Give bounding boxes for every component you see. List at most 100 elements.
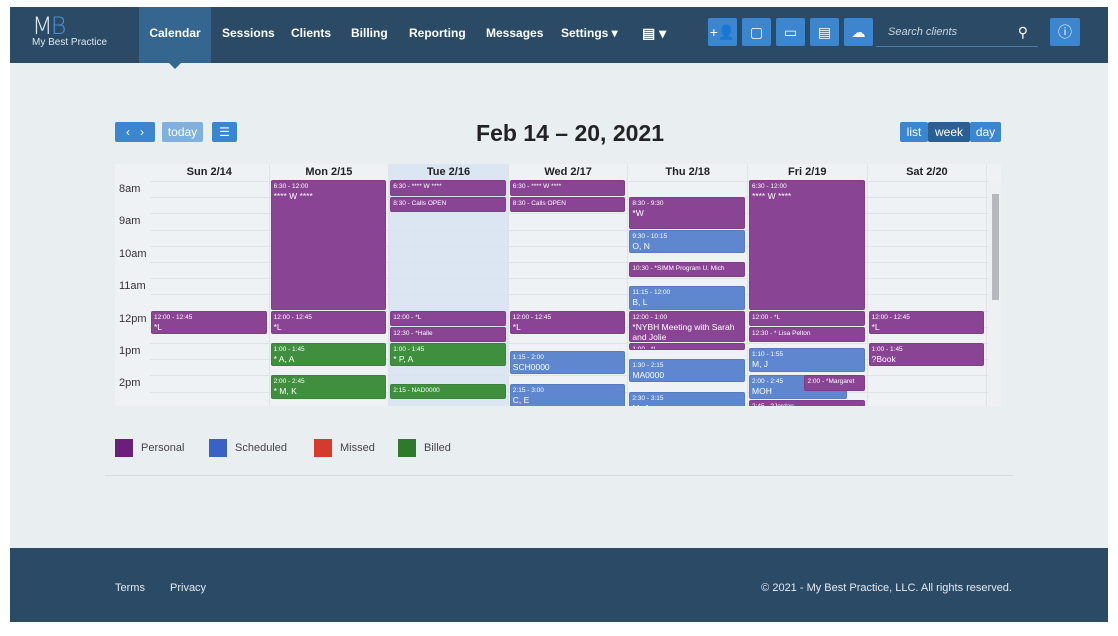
legend-label: Missed xyxy=(340,442,375,454)
calendar-event[interactable]: 2:15 - NAD0000 xyxy=(390,383,506,399)
calendar-event[interactable]: 8:30 - 9:30 *W xyxy=(629,197,745,229)
top-nav: MB My Best Practice Calendar Sessions Cl… xyxy=(10,7,1108,69)
calendar-event[interactable]: 12:00 - 12:45 *L xyxy=(868,310,985,334)
event-time: 6:30 - 12:00 xyxy=(273,183,309,190)
calendar-event[interactable]: 12:00 - *L xyxy=(749,310,865,326)
calendar-event[interactable]: 1:00 - 1:45 ?Book xyxy=(868,343,985,367)
calendar-event[interactable]: 1:00 - 1:45 * A, A xyxy=(270,343,387,367)
calendar-event[interactable]: 6:30 - 12:00 **** W **** xyxy=(270,180,387,310)
nav-calendar[interactable]: Calendar xyxy=(139,7,211,69)
day-header[interactable]: Thu 2/18 xyxy=(628,164,748,180)
terms-link[interactable]: Terms xyxy=(115,582,145,594)
event-title: **** W **** xyxy=(273,191,313,201)
layout-menu-icon[interactable]: ▤ ▾ xyxy=(642,7,666,63)
view-list[interactable]: list xyxy=(900,122,928,142)
event-time: 1:00 - 1:45 xyxy=(871,346,903,353)
time-label: 2pm xyxy=(119,377,141,390)
day-header[interactable]: Sun 2/14 xyxy=(150,164,270,180)
event-time: 2:30 - 3:15 xyxy=(632,394,664,402)
copyright: © 2021 - My Best Practice, LLC. All righ… xyxy=(761,582,1012,594)
event-time: 12:00 - 12:45 xyxy=(512,313,552,321)
nav-messages[interactable]: Messages xyxy=(486,7,543,63)
nav-reporting[interactable]: Reporting xyxy=(409,7,466,63)
calendar-event[interactable]: 12:30 - *Halle xyxy=(390,326,506,342)
legend-swatch xyxy=(115,439,133,457)
add-client-icon[interactable]: +👤 xyxy=(708,18,737,46)
nav-settings[interactable]: Settings ▾ xyxy=(561,7,618,63)
calendar-event[interactable]: 12:00 - 12:45 *L xyxy=(270,310,387,334)
document-icon[interactable]: ▤ xyxy=(810,18,839,46)
calendar-event[interactable]: 10:30 - *SIMM Program U. Mich xyxy=(629,262,745,278)
calendar-event[interactable]: 1:00 - 1:45 * P, A xyxy=(390,343,506,367)
privacy-link[interactable]: Privacy xyxy=(170,582,206,594)
calendar-event[interactable]: 2:00 - *Margaret xyxy=(804,375,865,391)
calendar-event[interactable]: 12:30 - * Lisa Pelton xyxy=(749,326,865,342)
calendar-event[interactable]: 11:15 - 12:00 B, L xyxy=(629,286,745,310)
calendar-event[interactable]: 12:00 - *L xyxy=(390,310,506,326)
event-title: **** W **** xyxy=(752,191,792,201)
event-time: 6:30 - 12:00 xyxy=(752,183,787,190)
calendar-event[interactable]: 1:10 - 1:55 M, J xyxy=(749,348,865,372)
calendar-event[interactable]: 12:00 - 12:45 *L xyxy=(151,310,267,334)
calendar-event[interactable]: 6:30 - **** W **** xyxy=(390,180,506,197)
calendar-event[interactable]: 2:45 - ?Jordan xyxy=(749,399,865,406)
calendar-event[interactable]: 1:30 - 2:15 MA0000 xyxy=(629,359,745,383)
prev-next-buttons[interactable]: ‹ › xyxy=(115,122,155,142)
event-title: M, J xyxy=(752,359,769,370)
legend-label: Scheduled xyxy=(235,442,287,454)
event-time: 12:00 - 12:45 xyxy=(871,313,910,321)
legend-swatch xyxy=(209,439,227,457)
nav-clients[interactable]: Clients xyxy=(291,7,331,63)
event-time: 12:30 - * Lisa Pelton xyxy=(752,329,811,337)
info-icon[interactable]: ⓘ xyxy=(1050,18,1080,46)
day-header[interactable]: Tue 2/16 xyxy=(389,164,509,180)
event-time: 2:00 - *Margaret xyxy=(807,378,855,386)
day-header[interactable]: Mon 2/15 xyxy=(270,164,390,180)
calendar-event[interactable]: 1:15 - 2:00 SCH0000 xyxy=(509,351,626,375)
search-placeholder: Search clients xyxy=(888,26,958,38)
event-time: 12:00 - 12:45 xyxy=(273,313,312,321)
day-header[interactable]: Wed 2/17 xyxy=(509,164,629,180)
credit-card-icon[interactable]: ▭ xyxy=(776,18,805,46)
search-input[interactable]: Search clients ⚲ xyxy=(876,19,1038,47)
day-header[interactable]: Sat 2/20 xyxy=(868,164,988,180)
calendar-event[interactable]: 2:00 - 2:45 * M, K xyxy=(270,375,387,399)
calendar-event[interactable]: 6:30 - 12:00 **** W **** xyxy=(749,180,865,310)
calendar-event[interactable]: 9:30 - 10:15 O, N xyxy=(629,229,745,253)
event-time: 12:00 - 12:45 xyxy=(154,313,193,321)
filter-icon[interactable]: ☰ xyxy=(212,122,237,142)
calendar-event[interactable]: 1:00 - *I xyxy=(629,343,745,351)
calendar-event[interactable]: 8:30 - Calls OPEN xyxy=(509,197,626,213)
logo[interactable]: MB My Best Practice xyxy=(32,13,107,48)
event-title: *NYBH Meeting with Sarah and Jolie xyxy=(632,321,735,342)
calendar-event[interactable]: 12:00 - 12:45 *L xyxy=(509,310,626,334)
calendar-event[interactable]: 6:30 - **** W **** xyxy=(509,180,626,197)
nav-billing[interactable]: Billing xyxy=(351,7,388,63)
cloud-download-icon[interactable]: ☁ xyxy=(844,18,873,46)
today-button[interactable]: today xyxy=(162,122,203,142)
calendar-icon[interactable]: ▢ xyxy=(742,18,771,46)
event-title: *L xyxy=(154,321,163,332)
calendar-scrollbar[interactable] xyxy=(989,180,1001,406)
legend-swatch xyxy=(314,439,332,457)
event-title: * P, A xyxy=(393,354,414,364)
time-label: 8am xyxy=(119,183,141,195)
legend-label: Billed xyxy=(424,442,451,454)
event-time: 2:15 - 3:00 xyxy=(512,386,544,394)
day-header[interactable]: Fri 2/19 xyxy=(748,164,868,180)
calendar-event[interactable]: 2:30 - 3:15M, J xyxy=(629,391,745,406)
event-title: SCH0000 xyxy=(512,362,550,373)
view-day[interactable]: day xyxy=(970,122,1001,142)
event-time: 1:00 - 1:45 xyxy=(273,346,305,353)
event-time: 2:15 - NAD0000 xyxy=(393,386,440,394)
search-icon[interactable]: ⚲ xyxy=(1018,19,1028,45)
event-title: M, J xyxy=(632,403,742,406)
calendar-event[interactable]: 8:30 - Calls OPEN xyxy=(390,197,506,213)
calendar-event[interactable]: 2:15 - 3:00 C, E xyxy=(509,383,626,406)
time-label: 10am xyxy=(119,247,147,260)
nav-sessions[interactable]: Sessions xyxy=(222,7,275,63)
event-time: 8:30 - Calls OPEN xyxy=(512,200,566,208)
view-week[interactable]: week xyxy=(928,122,970,142)
page: MB My Best Practice Calendar Sessions Cl… xyxy=(10,7,1108,622)
calendar-event[interactable]: 12:00 - 1:00 *NYBH Meeting with Sarah and… xyxy=(629,310,745,342)
